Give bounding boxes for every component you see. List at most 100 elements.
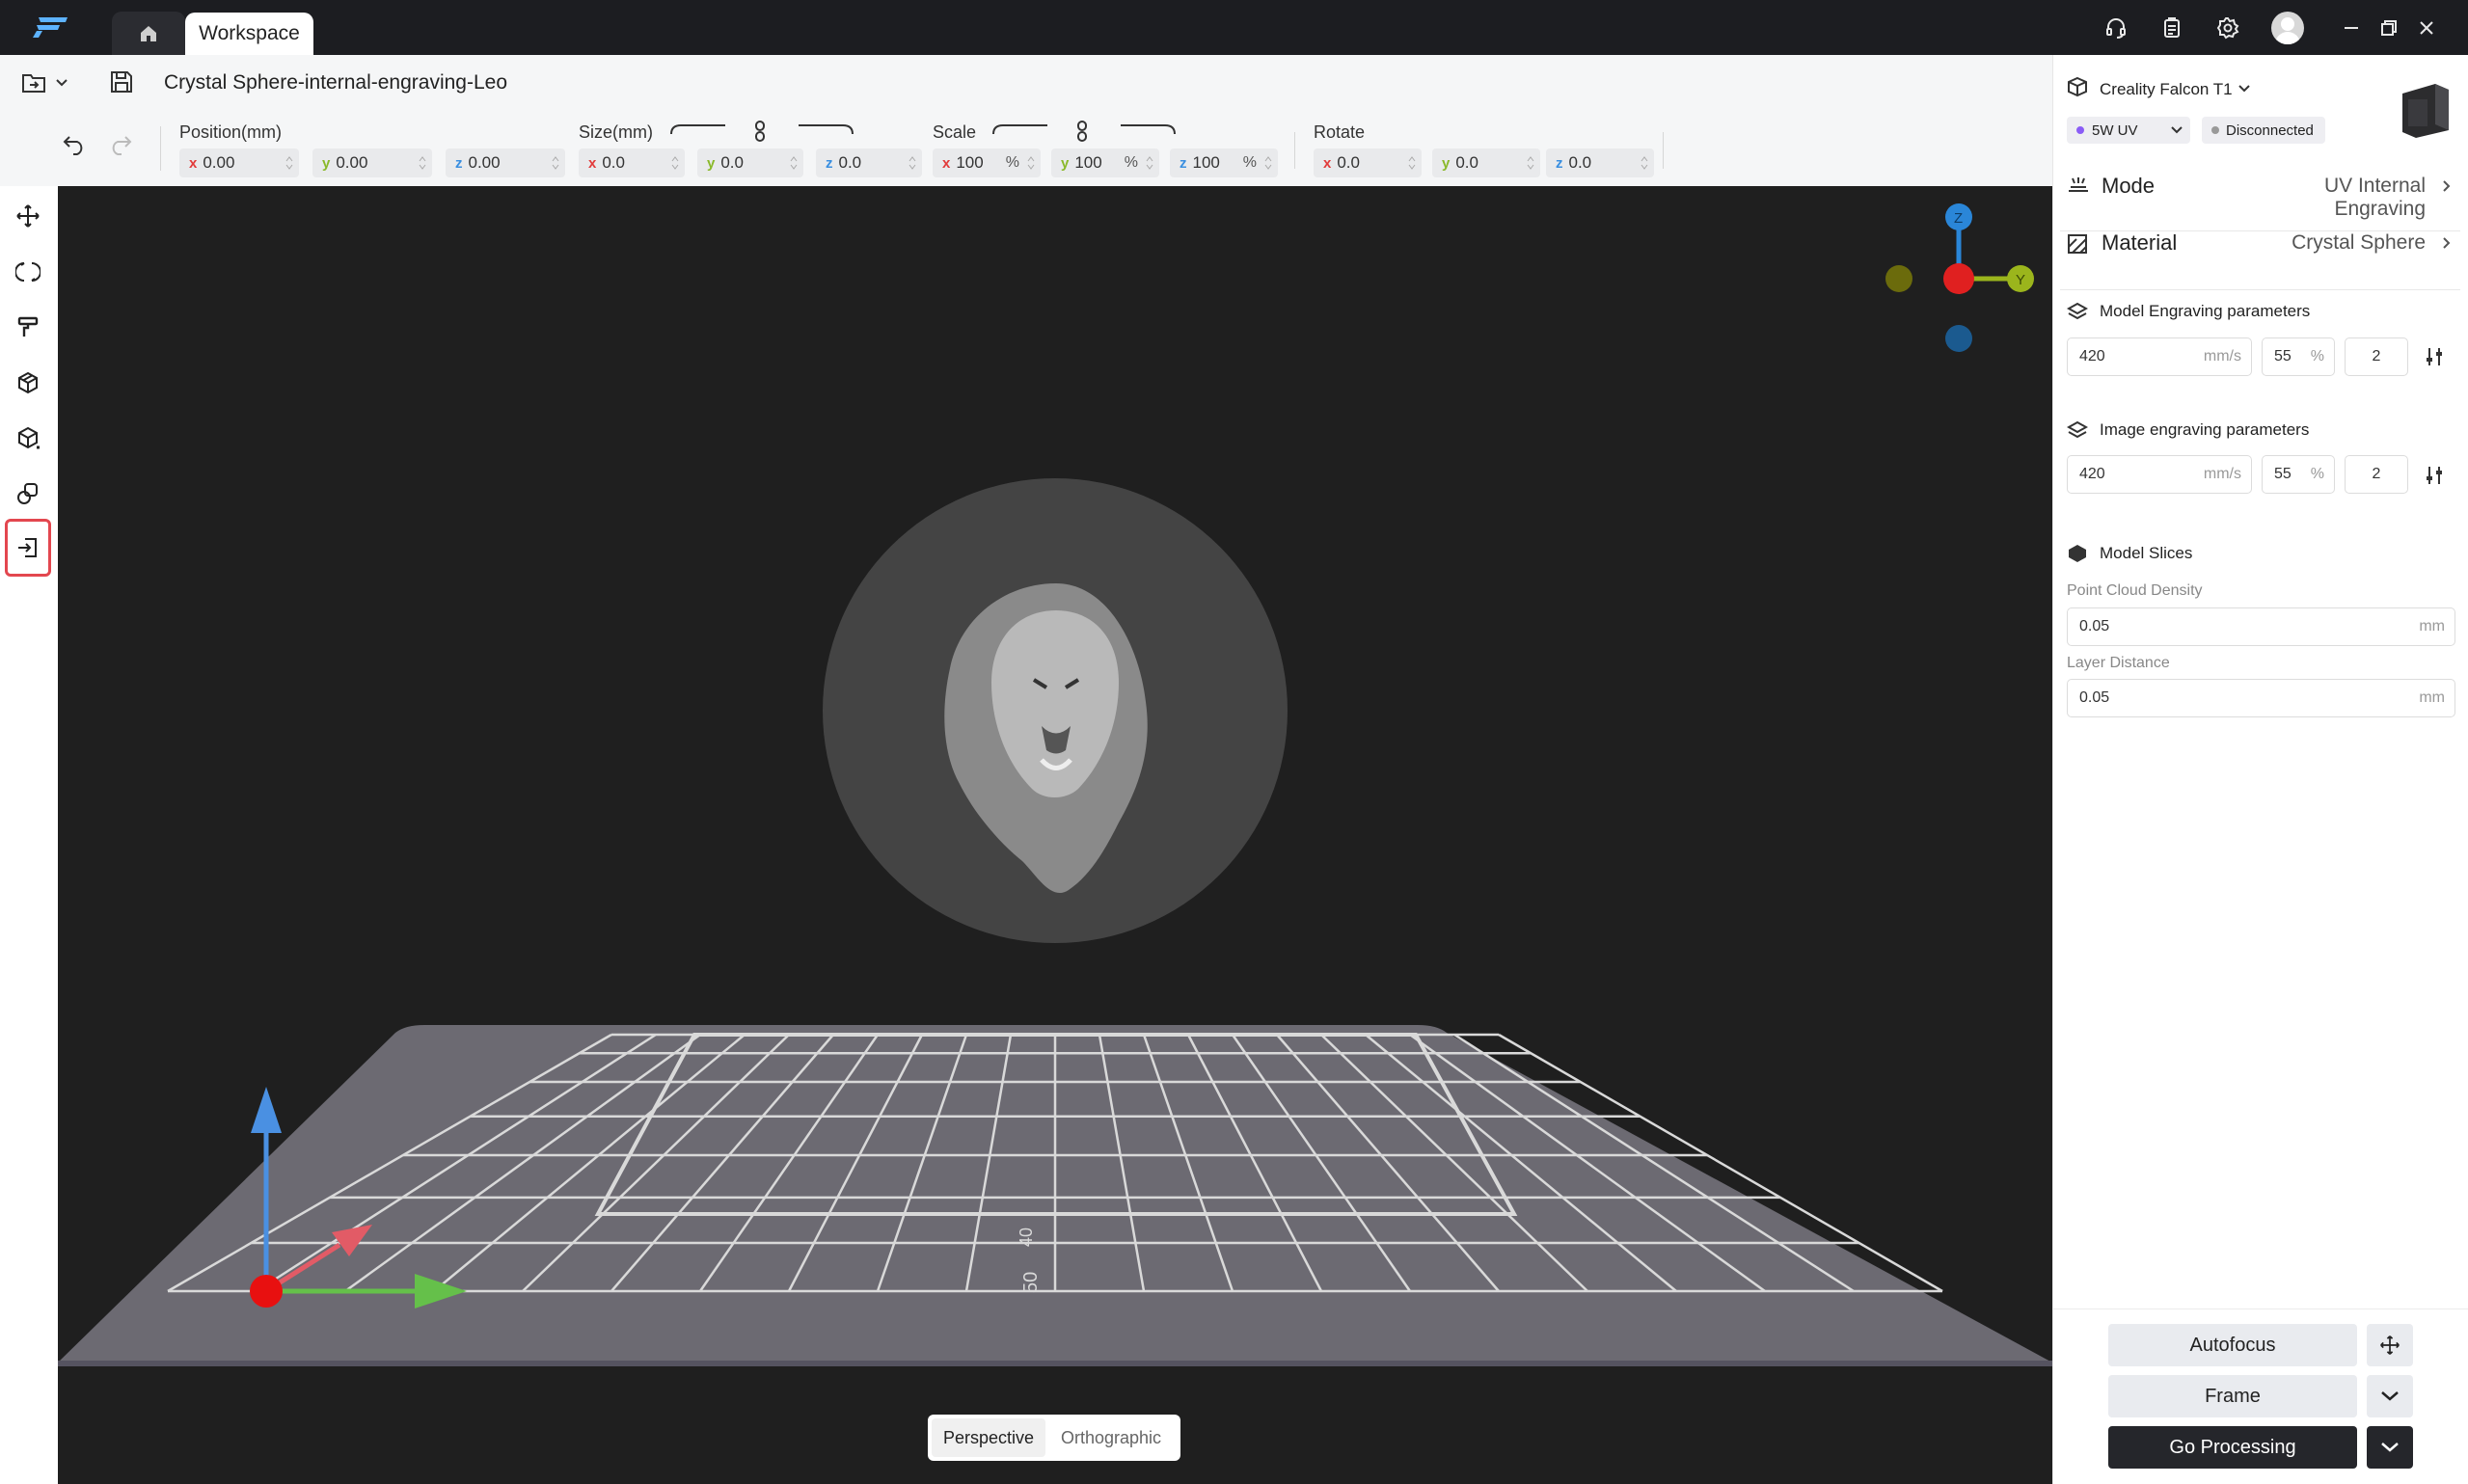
chevron-right-icon[interactable] bbox=[2443, 237, 2451, 249]
model-params-title: Model Engraving parameters bbox=[2100, 302, 2311, 320]
spinner-icon bbox=[1408, 156, 1416, 170]
3d-viewport[interactable]: 40 50 Z Y Perspective Orthographic bbox=[58, 186, 2052, 1484]
sliders-icon[interactable] bbox=[2424, 346, 2445, 367]
size-label: Size(mm) bbox=[579, 122, 653, 142]
layer-distance-value: 0.05 bbox=[2079, 689, 2110, 706]
brush-icon bbox=[17, 316, 39, 337]
divider bbox=[1663, 132, 1664, 169]
rotate-tool-button[interactable] bbox=[8, 252, 48, 292]
z-axis-arrow[interactable] bbox=[251, 1087, 282, 1133]
open-project-menu[interactable] bbox=[21, 70, 69, 95]
undo-button[interactable] bbox=[62, 134, 87, 160]
layer-distance-unit: mm bbox=[2419, 689, 2445, 706]
headset-icon[interactable] bbox=[2101, 13, 2131, 43]
rotate-y-value: 0.0 bbox=[1455, 153, 1478, 172]
model-speed-input[interactable]: 420 mm/s bbox=[2067, 337, 2252, 376]
save-button[interactable] bbox=[109, 69, 134, 99]
layer-distance-input[interactable]: 0.05 mm bbox=[2067, 679, 2455, 717]
orientation-gizmo[interactable]: Z Y bbox=[1885, 203, 2034, 352]
position-y-input[interactable]: y 0.00 bbox=[312, 148, 432, 177]
rotate-z-value: 0.0 bbox=[1568, 153, 1592, 172]
rotate-label: Rotate bbox=[1314, 122, 1366, 142]
size-x-input[interactable]: x 0.0 bbox=[579, 148, 685, 177]
perspective-button[interactable]: Perspective bbox=[932, 1418, 1045, 1457]
boolean-tool-button[interactable] bbox=[8, 473, 48, 514]
scale-z-input[interactable]: z 100% bbox=[1170, 148, 1278, 177]
model-power-value: 55 bbox=[2274, 348, 2292, 364]
lock-ratio-icon[interactable] bbox=[1074, 120, 1092, 143]
material-value[interactable]: Crystal Sphere bbox=[2235, 231, 2426, 255]
grid-tick-40: 40 bbox=[1017, 1228, 1036, 1247]
close-icon[interactable] bbox=[2411, 13, 2442, 43]
position-x-input[interactable]: x 0.00 bbox=[179, 148, 299, 177]
axis-y-label: y bbox=[1442, 154, 1451, 172]
sliders-icon[interactable] bbox=[2424, 465, 2445, 486]
axis-y-label: y bbox=[1061, 154, 1070, 172]
home-tab[interactable] bbox=[112, 12, 185, 55]
rotate-icon bbox=[15, 262, 41, 282]
position-z-value: 0.00 bbox=[468, 153, 501, 172]
paint-tool-button[interactable] bbox=[8, 307, 48, 347]
position-z-input[interactable]: z 0.00 bbox=[446, 148, 565, 177]
point-cloud-input[interactable]: 0.05 mm bbox=[2067, 607, 2455, 646]
scale-x-input[interactable]: x 100% bbox=[933, 148, 1041, 177]
grid-tick-50: 50 bbox=[1020, 1272, 1042, 1293]
processing-options-button[interactable] bbox=[2367, 1426, 2413, 1469]
model-tool-button[interactable] bbox=[8, 363, 48, 403]
chevron-down-icon[interactable] bbox=[2238, 85, 2250, 93]
gear-icon[interactable] bbox=[2212, 13, 2243, 43]
lock-ratio-icon[interactable] bbox=[752, 120, 770, 143]
move-tool-button[interactable] bbox=[8, 196, 48, 236]
material-label: Material bbox=[2102, 230, 2178, 255]
laser-select[interactable]: 5W UV bbox=[2067, 117, 2190, 144]
percent-unit: % bbox=[1005, 154, 1019, 171]
image-passes-input[interactable]: 2 bbox=[2345, 455, 2408, 494]
slices-title: Model Slices bbox=[2100, 544, 2193, 562]
rotate-x-input[interactable]: x 0.0 bbox=[1314, 148, 1422, 177]
image-speed-input[interactable]: 420 mm/s bbox=[2067, 455, 2252, 494]
spinner-icon bbox=[671, 156, 679, 170]
size-z-value: 0.0 bbox=[838, 153, 862, 172]
model-power-input[interactable]: 55% bbox=[2262, 337, 2335, 376]
size-z-input[interactable]: z 0.0 bbox=[816, 148, 922, 177]
rotate-z-input[interactable]: z 0.0 bbox=[1546, 148, 1654, 177]
size-y-input[interactable]: y 0.0 bbox=[697, 148, 803, 177]
minimize-icon[interactable] bbox=[2336, 13, 2367, 43]
import-icon bbox=[18, 538, 37, 557]
tab-workspace[interactable]: Workspace bbox=[185, 13, 313, 55]
axis-x-label: x bbox=[942, 154, 951, 172]
frame-button[interactable]: Frame bbox=[2108, 1375, 2357, 1417]
material-icon bbox=[2068, 234, 2087, 254]
add-model-button[interactable] bbox=[8, 418, 48, 458]
device-name[interactable]: Creality Falcon T1 bbox=[2100, 80, 2233, 99]
shapes-icon bbox=[17, 483, 38, 504]
link-bracket-right bbox=[1121, 124, 1176, 135]
spinner-icon bbox=[285, 156, 293, 170]
gizmo-origin[interactable] bbox=[250, 1275, 283, 1308]
model-passes-input[interactable]: 2 bbox=[2345, 337, 2408, 376]
axis-z-label: z bbox=[1556, 154, 1563, 172]
model-speed-value: 420 bbox=[2079, 348, 2105, 364]
clipboard-icon[interactable] bbox=[2156, 13, 2187, 43]
export-tool-button[interactable] bbox=[5, 519, 51, 577]
divider bbox=[160, 126, 161, 171]
axis-z-label: z bbox=[826, 154, 833, 172]
frame-options-button[interactable] bbox=[2367, 1375, 2413, 1417]
spinner-icon bbox=[1027, 156, 1035, 170]
scale-y-input[interactable]: y 100% bbox=[1051, 148, 1159, 177]
autofocus-move-button[interactable] bbox=[2367, 1324, 2413, 1366]
autofocus-button[interactable]: Autofocus bbox=[2108, 1324, 2357, 1366]
divider bbox=[2060, 230, 2460, 231]
chevron-right-icon[interactable] bbox=[2443, 180, 2451, 192]
mode-value[interactable]: UV Internal Engraving bbox=[2235, 175, 2426, 221]
spinner-icon bbox=[1146, 156, 1153, 170]
restore-icon[interactable] bbox=[2373, 13, 2404, 43]
go-processing-button[interactable]: Go Processing bbox=[2108, 1426, 2357, 1469]
avatar[interactable] bbox=[2271, 12, 2304, 44]
rotate-y-input[interactable]: y 0.0 bbox=[1432, 148, 1540, 177]
size-x-value: 0.0 bbox=[602, 153, 625, 172]
orthographic-button[interactable]: Orthographic bbox=[1045, 1418, 1177, 1457]
image-power-input[interactable]: 55% bbox=[2262, 455, 2335, 494]
axis-y-label: y bbox=[322, 154, 331, 172]
redo-button[interactable] bbox=[108, 134, 133, 160]
